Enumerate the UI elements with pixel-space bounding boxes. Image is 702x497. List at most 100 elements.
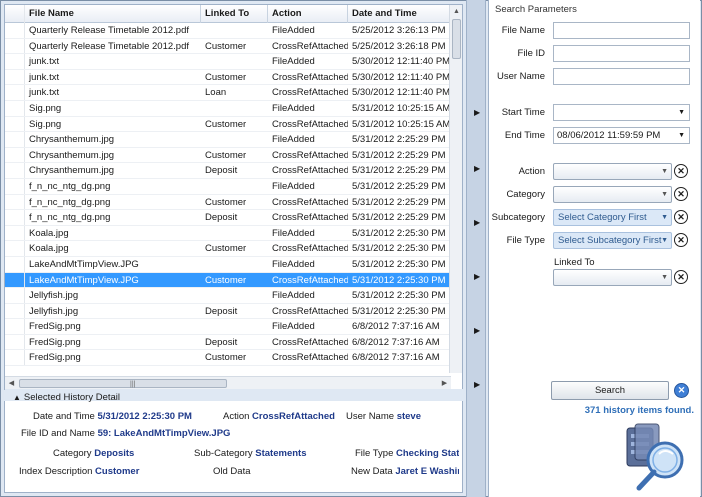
category-select[interactable]: ▼ <box>553 186 672 203</box>
panel-splitter[interactable]: ▶ ▶ ▶ ▶ ▶ ▶ <box>466 0 486 497</box>
table-row[interactable]: LakeAndMtTimpView.JPG FileAdded 5/31/2012 … <box>5 256 450 273</box>
table-row[interactable]: junk.txt FileAdded 5/30/2012 12:11:40 PM <box>5 54 450 70</box>
clear-subcategory-icon[interactable]: ✕ <box>674 210 688 224</box>
clear-linked-to-icon[interactable]: ✕ <box>674 270 688 284</box>
row-selector[interactable] <box>5 225 25 241</box>
row-selector[interactable] <box>5 69 25 85</box>
user-name-input[interactable] <box>553 68 690 85</box>
row-selector[interactable] <box>5 334 25 350</box>
table-row[interactable]: Chrysanthemum.jpg FileAdded 5/31/2012 2:25… <box>5 132 450 148</box>
cell-date-time: 5/31/2012 10:25:15 AM <box>352 118 450 130</box>
table-row[interactable]: Jellyfish.jpg Deposit CrossRefAttached 5/31… <box>5 303 450 320</box>
row-selector[interactable] <box>5 303 25 319</box>
row-selector[interactable] <box>5 100 25 116</box>
row-selector[interactable] <box>5 116 25 132</box>
file-id-input[interactable] <box>553 45 690 62</box>
row-selector[interactable] <box>5 178 25 194</box>
detail-action: Action CrossRefAttached <box>223 411 335 422</box>
clear-action-icon[interactable]: ✕ <box>674 164 688 178</box>
action-select[interactable]: ▼ <box>553 163 672 180</box>
scroll-up-icon[interactable]: ▲ <box>450 5 462 18</box>
detail-index: Index Description Customer <box>19 466 139 477</box>
user-name-label: User Name <box>496 71 545 82</box>
cell-date-time: 5/31/2012 2:25:29 PM <box>352 165 446 177</box>
table-row[interactable]: junk.txt Loan CrossRefAttached 5/30/2012 12… <box>5 85 450 101</box>
start-time-picker[interactable]: ▼ <box>553 104 690 121</box>
horizontal-scroll-thumb[interactable]: ||| <box>19 379 227 388</box>
table-row[interactable]: FredSig.png Deposit CrossRefAttached 6/8/20… <box>5 334 450 351</box>
cell-date-time: 5/31/2012 10:25:15 AM <box>352 102 450 114</box>
header-file-name[interactable]: File Name <box>25 5 201 23</box>
cell-file-name: f_n_nc_ntg_dg.png <box>29 180 111 192</box>
clear-search-icon[interactable]: ✕ <box>674 383 689 398</box>
table-row[interactable]: Chrysanthemum.jpg Deposit CrossRefAttached… <box>5 163 450 179</box>
splitter-arrow-icon: ▶ <box>474 164 481 173</box>
cell-file-name: Chrysanthemum.jpg <box>29 134 115 146</box>
cell-action: CrossRefAttached <box>272 40 348 52</box>
detail-title: Selected History Detail <box>23 392 121 403</box>
clear-filetype-icon[interactable]: ✕ <box>674 233 688 247</box>
filetype-label: File Type <box>506 235 545 246</box>
linked-to-select[interactable]: ▼ <box>553 269 672 286</box>
row-selector[interactable] <box>5 38 25 54</box>
row-selector[interactable] <box>5 350 25 366</box>
header-select-column[interactable] <box>5 5 25 23</box>
table-row[interactable]: Sig.png FileAdded 5/31/2012 10:25:15 AM <box>5 100 450 117</box>
table-row[interactable]: FredSig.png Customer CrossRefAttached 6/8/2… <box>5 350 450 367</box>
splitter-arrow-icon: ▶ <box>474 272 481 281</box>
table-row[interactable]: f_n_nc_ntg_dg.png Deposit CrossRefAttached… <box>5 210 450 226</box>
row-selector[interactable] <box>5 54 25 69</box>
row-selector[interactable] <box>5 147 25 163</box>
row-selector[interactable] <box>5 210 25 225</box>
detail-expander[interactable]: ▲ Selected History Detail <box>13 392 120 403</box>
detail-user: User Name steve <box>346 411 421 422</box>
clear-category-icon[interactable]: ✕ <box>674 187 688 201</box>
table-row[interactable]: Jellyfish.jpg FileAdded 5/31/2012 2:25:30 … <box>5 288 450 304</box>
cell-file-name: FredSig.png <box>29 321 81 333</box>
end-time-picker[interactable]: 08/06/2012 11:59:59 PM ▼ <box>553 127 690 144</box>
file-name-input[interactable] <box>553 22 690 39</box>
row-selector[interactable] <box>5 288 25 303</box>
subcategory-select[interactable]: Select Category First ▼ <box>553 209 672 226</box>
cell-date-time: 5/25/2012 3:26:18 PM <box>352 40 446 52</box>
horizontal-scrollbar[interactable]: ◀ ||| ▶ <box>5 376 451 389</box>
chevron-down-icon[interactable]: ▼ <box>678 128 685 143</box>
row-selector[interactable] <box>5 272 25 288</box>
table-row[interactable]: FredSig.png FileAdded 6/8/2012 7:37:16 AM <box>5 319 450 335</box>
header-linked-to[interactable]: Linked To <box>201 5 268 23</box>
header-action[interactable]: Action <box>268 5 348 23</box>
row-selector[interactable] <box>5 241 25 256</box>
row-selector[interactable] <box>5 23 25 38</box>
table-row[interactable]: f_n_nc_ntg_dg.png FileAdded 5/31/2012 2:25… <box>5 178 450 195</box>
vertical-scroll-thumb[interactable] <box>452 19 461 59</box>
filetype-select[interactable]: Select Subcategory First ▼ <box>553 232 672 249</box>
cell-action: CrossRefAttached <box>272 336 348 348</box>
cell-date-time: 6/8/2012 7:37:16 AM <box>352 336 440 348</box>
table-row[interactable]: Sig.png Customer CrossRefAttached 5/31/2012… <box>5 116 450 133</box>
table-row[interactable]: f_n_nc_ntg_dg.png Customer CrossRefAttache… <box>5 194 450 211</box>
cell-linked-to: Customer <box>205 40 247 52</box>
table-row[interactable]: Quarterly Release Timetable 2012.pdf File… <box>5 23 450 39</box>
header-date-time[interactable]: Date and Time <box>348 5 450 23</box>
cell-linked-to: Deposit <box>205 212 238 224</box>
row-selector[interactable] <box>5 319 25 334</box>
search-button[interactable]: Search <box>551 381 669 400</box>
table-row[interactable]: junk.txt Customer CrossRefAttached 5/30/201… <box>5 69 450 86</box>
row-selector[interactable] <box>5 132 25 147</box>
cell-date-time: 5/31/2012 2:25:30 PM <box>352 258 446 270</box>
table-row[interactable]: Chrysanthemum.jpg Customer CrossRefAttache… <box>5 147 450 164</box>
chevron-down-icon[interactable]: ▼ <box>678 105 685 120</box>
row-selector[interactable] <box>5 194 25 210</box>
table-row[interactable]: Koala.jpg FileAdded 5/31/2012 2:25:30 PM <box>5 225 450 242</box>
cell-linked-to <box>201 288 268 303</box>
table-row[interactable]: LakeAndMtTimpView.JPG Customer CrossRefAtt… <box>5 272 450 289</box>
row-selector[interactable] <box>5 256 25 272</box>
cell-date-time: 5/30/2012 12:11:40 PM <box>352 87 450 99</box>
vertical-scrollbar[interactable]: ▲ <box>449 5 462 373</box>
table-row[interactable]: Quarterly Release Timetable 2012.pdf Cust… <box>5 38 450 55</box>
cell-linked-to: Customer <box>205 71 247 83</box>
row-selector[interactable] <box>5 163 25 178</box>
row-selector[interactable] <box>5 85 25 100</box>
table-row[interactable]: Koala.jpg Customer CrossRefAttached 5/31/20… <box>5 241 450 257</box>
selected-history-detail: ▲ Selected History Detail Date and Time … <box>4 389 464 493</box>
